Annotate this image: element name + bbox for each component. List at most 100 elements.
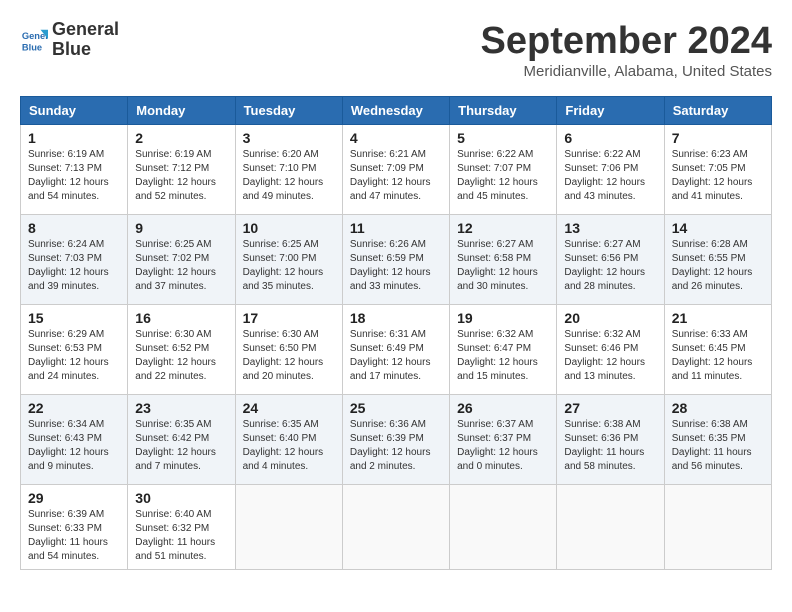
- cell-content: Sunrise: 6:36 AMSunset: 6:39 PMDaylight:…: [350, 418, 442, 474]
- calendar-body: 1 Sunrise: 6:19 AMSunset: 7:13 PMDaylight…: [21, 125, 772, 570]
- calendar-cell: 30 Sunrise: 6:40 AMSunset: 6:32 PMDayligh…: [128, 485, 235, 570]
- cell-content: Sunrise: 6:25 AMSunset: 7:02 PMDaylight:…: [135, 238, 227, 294]
- calendar-cell: 15Sunrise: 6:29 AMSunset: 6:53 PMDayligh…: [21, 305, 128, 395]
- day-number: 26: [457, 400, 549, 416]
- cell-content: Sunrise: 6:34 AMSunset: 6:43 PMDaylight:…: [28, 418, 120, 474]
- cell-content: Sunrise: 6:23 AMSunset: 7:05 PMDaylight:…: [672, 148, 764, 204]
- day-number: 4: [350, 130, 442, 146]
- cell-content: Sunrise: 6:30 AMSunset: 6:52 PMDaylight:…: [135, 328, 227, 384]
- calendar-cell: 3 Sunrise: 6:20 AMSunset: 7:10 PMDaylight…: [235, 125, 342, 215]
- cell-content: Sunrise: 6:33 AMSunset: 6:45 PMDaylight:…: [672, 328, 764, 384]
- month-title: September 2024: [481, 20, 773, 63]
- day-number: 19: [457, 310, 549, 326]
- day-number: 12: [457, 220, 549, 236]
- page-header: General Blue General Blue September 2024…: [20, 20, 772, 80]
- cell-content: Sunrise: 6:32 AMSunset: 6:47 PMDaylight:…: [457, 328, 549, 384]
- calendar-cell: 5Sunrise: 6:22 AMSunset: 7:07 PMDaylight…: [450, 125, 557, 215]
- calendar-day-header: Tuesday: [235, 97, 342, 125]
- day-number: 1: [28, 130, 120, 146]
- day-number: 16: [135, 310, 227, 326]
- calendar-cell: 18 Sunrise: 6:31 AMSunset: 6:49 PMDayligh…: [342, 305, 449, 395]
- day-number: 3: [243, 130, 335, 146]
- calendar-cell: 12 Sunrise: 6:27 AMSunset: 6:58 PMDayligh…: [450, 215, 557, 305]
- day-number: 17: [243, 310, 335, 326]
- calendar-cell: 19 Sunrise: 6:32 AMSunset: 6:47 PMDayligh…: [450, 305, 557, 395]
- calendar-week-row: 8 Sunrise: 6:24 AMSunset: 7:03 PMDaylight…: [21, 215, 772, 305]
- cell-content: Sunrise: 6:19 AMSunset: 7:12 PMDaylight:…: [135, 148, 227, 204]
- cell-content: Sunrise: 6:35 AMSunset: 6:42 PMDaylight:…: [135, 418, 227, 474]
- day-number: 20: [564, 310, 656, 326]
- cell-content: Sunrise: 6:38 AMSunset: 6:35 PMDaylight:…: [672, 418, 764, 474]
- logo: General Blue General Blue: [20, 20, 119, 60]
- calendar-cell: 7 Sunrise: 6:23 AMSunset: 7:05 PMDaylight…: [664, 125, 771, 215]
- day-number: 2: [135, 130, 227, 146]
- calendar-day-header: Thursday: [450, 97, 557, 125]
- cell-content: Sunrise: 6:19 AMSunset: 7:13 PMDaylight:…: [28, 148, 120, 204]
- day-number: 22: [28, 400, 120, 416]
- day-number: 9: [135, 220, 227, 236]
- calendar-cell: 4 Sunrise: 6:21 AMSunset: 7:09 PMDaylight…: [342, 125, 449, 215]
- day-number: 6: [564, 130, 656, 146]
- cell-content: Sunrise: 6:21 AMSunset: 7:09 PMDaylight:…: [350, 148, 442, 204]
- calendar-cell: 2 Sunrise: 6:19 AMSunset: 7:12 PMDaylight…: [128, 125, 235, 215]
- calendar-cell: 14 Sunrise: 6:28 AMSunset: 6:55 PMDayligh…: [664, 215, 771, 305]
- cell-content: Sunrise: 6:27 AMSunset: 6:56 PMDaylight:…: [564, 238, 656, 294]
- calendar-day-header: Wednesday: [342, 97, 449, 125]
- calendar-cell: 27Sunrise: 6:38 AMSunset: 6:36 PMDayligh…: [557, 395, 664, 485]
- day-number: 11: [350, 220, 442, 236]
- day-number: 10: [243, 220, 335, 236]
- cell-content: Sunrise: 6:40 AMSunset: 6:32 PMDaylight:…: [135, 508, 227, 564]
- day-number: 25: [350, 400, 442, 416]
- day-number: 30: [135, 490, 227, 506]
- svg-text:Blue: Blue: [22, 42, 42, 52]
- cell-content: Sunrise: 6:29 AMSunset: 6:53 PMDaylight:…: [28, 328, 120, 384]
- day-number: 24: [243, 400, 335, 416]
- calendar-header-row: SundayMondayTuesdayWednesdayThursdayFrid…: [21, 97, 772, 125]
- calendar-cell: 13Sunrise: 6:27 AMSunset: 6:56 PMDayligh…: [557, 215, 664, 305]
- location-title: Meridianville, Alabama, United States: [481, 63, 773, 80]
- day-number: 29: [28, 490, 120, 506]
- cell-content: Sunrise: 6:24 AMSunset: 7:03 PMDaylight:…: [28, 238, 120, 294]
- calendar-cell: [557, 485, 664, 570]
- cell-content: Sunrise: 6:20 AMSunset: 7:10 PMDaylight:…: [243, 148, 335, 204]
- cell-content: Sunrise: 6:28 AMSunset: 6:55 PMDaylight:…: [672, 238, 764, 294]
- cell-content: Sunrise: 6:27 AMSunset: 6:58 PMDaylight:…: [457, 238, 549, 294]
- calendar-cell: 17Sunrise: 6:30 AMSunset: 6:50 PMDayligh…: [235, 305, 342, 395]
- title-section: September 2024 Meridianville, Alabama, U…: [481, 20, 773, 80]
- day-number: 5: [457, 130, 549, 146]
- calendar-cell: 6 Sunrise: 6:22 AMSunset: 7:06 PMDaylight…: [557, 125, 664, 215]
- calendar-cell: 24 Sunrise: 6:35 AMSunset: 6:40 PMDayligh…: [235, 395, 342, 485]
- calendar-cell: 29 Sunrise: 6:39 AMSunset: 6:33 PMDayligh…: [21, 485, 128, 570]
- cell-content: Sunrise: 6:26 AMSunset: 6:59 PMDaylight:…: [350, 238, 442, 294]
- calendar-cell: 8 Sunrise: 6:24 AMSunset: 7:03 PMDaylight…: [21, 215, 128, 305]
- calendar-cell: 22 Sunrise: 6:34 AMSunset: 6:43 PMDayligh…: [21, 395, 128, 485]
- cell-content: Sunrise: 6:25 AMSunset: 7:00 PMDaylight:…: [243, 238, 335, 294]
- cell-content: Sunrise: 6:39 AMSunset: 6:33 PMDaylight:…: [28, 508, 120, 564]
- cell-content: Sunrise: 6:22 AMSunset: 7:06 PMDaylight:…: [564, 148, 656, 204]
- logo-icon: General Blue: [20, 26, 48, 54]
- calendar-cell: [450, 485, 557, 570]
- calendar-cell: 16 Sunrise: 6:30 AMSunset: 6:52 PMDayligh…: [128, 305, 235, 395]
- cell-content: Sunrise: 6:31 AMSunset: 6:49 PMDaylight:…: [350, 328, 442, 384]
- calendar-cell: 10 Sunrise: 6:25 AMSunset: 7:00 PMDayligh…: [235, 215, 342, 305]
- day-number: 7: [672, 130, 764, 146]
- calendar-cell: 23Sunrise: 6:35 AMSunset: 6:42 PMDayligh…: [128, 395, 235, 485]
- day-number: 8: [28, 220, 120, 236]
- calendar-day-header: Sunday: [21, 97, 128, 125]
- calendar-cell: [235, 485, 342, 570]
- cell-content: Sunrise: 6:37 AMSunset: 6:37 PMDaylight:…: [457, 418, 549, 474]
- cell-content: Sunrise: 6:35 AMSunset: 6:40 PMDaylight:…: [243, 418, 335, 474]
- calendar-cell: 26 Sunrise: 6:37 AMSunset: 6:37 PMDayligh…: [450, 395, 557, 485]
- calendar-week-row: 29 Sunrise: 6:39 AMSunset: 6:33 PMDayligh…: [21, 485, 772, 570]
- day-number: 18: [350, 310, 442, 326]
- calendar-week-row: 22 Sunrise: 6:34 AMSunset: 6:43 PMDayligh…: [21, 395, 772, 485]
- calendar-cell: 28 Sunrise: 6:38 AMSunset: 6:35 PMDayligh…: [664, 395, 771, 485]
- calendar-cell: 25 Sunrise: 6:36 AMSunset: 6:39 PMDayligh…: [342, 395, 449, 485]
- calendar-cell: 11 Sunrise: 6:26 AMSunset: 6:59 PMDayligh…: [342, 215, 449, 305]
- day-number: 14: [672, 220, 764, 236]
- calendar-week-row: 1 Sunrise: 6:19 AMSunset: 7:13 PMDaylight…: [21, 125, 772, 215]
- calendar-day-header: Monday: [128, 97, 235, 125]
- day-number: 28: [672, 400, 764, 416]
- cell-content: Sunrise: 6:38 AMSunset: 6:36 PMDaylight:…: [564, 418, 656, 474]
- cell-content: Sunrise: 6:32 AMSunset: 6:46 PMDaylight:…: [564, 328, 656, 384]
